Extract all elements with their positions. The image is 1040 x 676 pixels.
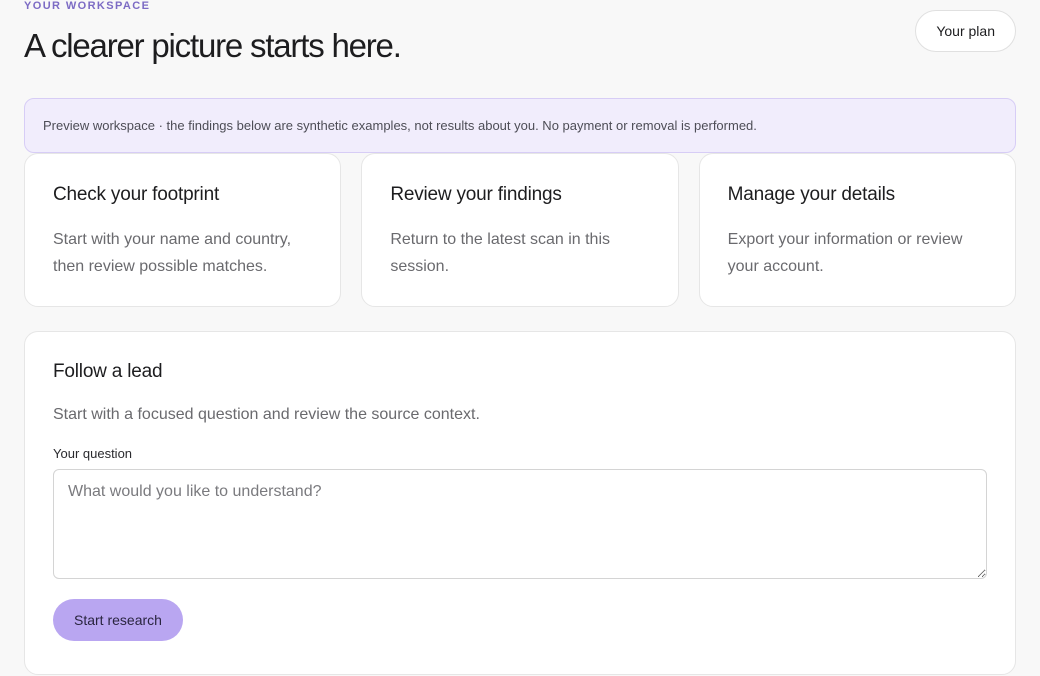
page-header: YOUR WORKSPACE A clearer picture starts … <box>24 0 1016 98</box>
card-description: Start with your name and country, then r… <box>53 231 292 275</box>
preview-notice-text: Preview workspace · the findings below a… <box>43 118 757 133</box>
question-input[interactable] <box>53 469 987 579</box>
start-research-button[interactable]: Start research <box>53 599 183 641</box>
lead-title: Follow a lead <box>53 361 163 382</box>
card-title: Manage your details <box>727 184 896 205</box>
card-title: Check your footprint <box>53 184 220 205</box>
follow-a-lead-panel: Follow a lead Start with a focused quest… <box>24 331 1016 675</box>
card-title: Review your findings <box>390 184 562 205</box>
preview-notice-banner: Preview workspace · the findings below a… <box>24 98 1016 153</box>
card-description: Export your information or review your a… <box>727 231 963 275</box>
card-description: Return to the latest scan in this sessio… <box>390 231 610 275</box>
question-label: Your question <box>53 446 133 461</box>
page-title: A clearer picture starts here. <box>24 27 402 64</box>
page-eyebrow: YOUR WORKSPACE <box>24 0 151 12</box>
card-review-findings[interactable]: Review your findings Return to the lates… <box>361 153 679 307</box>
card-check-footprint[interactable]: Check your footprint Start with your nam… <box>24 153 342 307</box>
your-plan-button[interactable]: Your plan <box>915 10 1016 52</box>
card-manage-details[interactable]: Manage your details Export your informat… <box>698 153 1016 307</box>
workspace-page: YOUR WORKSPACE A clearer picture starts … <box>0 0 1040 676</box>
action-cards: Check your footprint Start with your nam… <box>24 153 1016 307</box>
lead-description: Start with a focused question and review… <box>53 406 480 423</box>
